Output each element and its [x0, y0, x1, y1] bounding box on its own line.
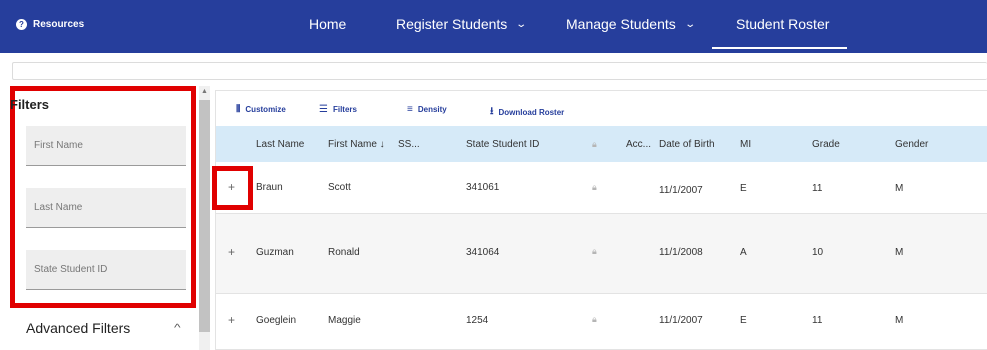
download-roster-label: Download Roster — [498, 108, 565, 117]
chevron-down-icon: ⌄ — [515, 18, 528, 30]
sub-header-bar — [12, 62, 987, 80]
cell-state-student-id: 1254 — [466, 315, 489, 326]
lock-icon: 🔒︎ — [592, 182, 597, 192]
first-name-field[interactable]: First Name — [26, 126, 186, 166]
nav-manage-students-label: Manage Students — [566, 16, 676, 32]
advanced-filters-label: Advanced Filters — [26, 320, 131, 336]
cell-grade: 11 — [812, 183, 823, 194]
cell-date-of-birth: 11/1/2008 — [659, 247, 703, 258]
nav-manage-students[interactable]: Manage Students ⌄ — [566, 16, 696, 32]
nav-register-students-label: Register Students — [396, 16, 508, 32]
cell-last-name: Goeglein — [256, 315, 297, 326]
column-header-date-of-birth[interactable]: Date of Birth — [659, 139, 715, 150]
density-button[interactable]: ≡ Density — [407, 104, 447, 115]
cell-gender: M — [895, 247, 904, 258]
expand-row-icon[interactable]: + — [228, 313, 235, 327]
resources-label: Resources — [33, 19, 85, 30]
nav-home-label: Home — [309, 16, 347, 32]
cell-mi: A — [740, 247, 747, 258]
cell-last-name: Guzman — [256, 247, 294, 258]
resources-link[interactable]: ? Resources — [16, 19, 84, 30]
nav-student-roster-label: Student Roster — [736, 16, 830, 32]
cell-mi: E — [740, 183, 747, 194]
cell-gender: M — [895, 183, 904, 194]
nav-student-roster[interactable]: Student Roster — [736, 16, 829, 32]
last-name-field[interactable]: Last Name — [26, 188, 186, 228]
filters-button-label: Filters — [332, 105, 357, 114]
expand-row-icon[interactable]: + — [228, 245, 235, 259]
download-icon: ⭳ — [490, 106, 494, 117]
state-student-id-field[interactable]: State Student ID — [26, 250, 186, 290]
lock-icon: 🔒︎ — [592, 314, 597, 324]
density-label: Density — [417, 105, 447, 114]
cell-state-student-id: 341061 — [466, 182, 500, 193]
top-navigation: ? Resources Home Register Students ⌄ Man… — [0, 0, 987, 53]
expand-button-highlight-box — [212, 166, 253, 210]
cell-date-of-birth: 11/1/2007 — [659, 315, 703, 326]
filter-icon: ☰ — [319, 104, 328, 115]
active-tab-indicator — [712, 47, 847, 49]
chevron-down-icon: ⌄ — [684, 18, 696, 30]
cell-grade: 11 — [812, 315, 823, 326]
cell-grade: 10 — [812, 247, 824, 258]
density-icon: ≡ — [407, 104, 413, 115]
help-icon: ? — [16, 19, 27, 30]
filters-scroll-thumb[interactable] — [199, 100, 210, 332]
lock-icon: 🔒︎ — [592, 246, 597, 256]
column-header-ssn[interactable]: SS... — [398, 139, 420, 150]
column-header-first-name[interactable]: First Name ↓ — [328, 139, 385, 150]
cell-last-name: Braun — [256, 182, 283, 193]
column-header-last-name[interactable]: Last Name — [256, 139, 304, 150]
column-header-grade[interactable]: Grade — [812, 139, 840, 150]
filters-button[interactable]: ☰ Filters — [319, 104, 357, 115]
scroll-up-arrow-icon[interactable]: ▲ — [201, 88, 208, 95]
columns-icon: ⦀ — [236, 104, 241, 115]
nav-register-students[interactable]: Register Students ⌄ — [396, 16, 528, 32]
cell-first-name: Ronald — [328, 247, 360, 258]
cell-first-name: Scott — [328, 182, 351, 193]
advanced-filters-toggle[interactable]: Advanced Filters ^ — [26, 320, 186, 336]
cell-gender: M — [895, 315, 904, 326]
customize-label: Customize — [245, 105, 286, 114]
cell-state-student-id: 341064 — [466, 247, 500, 258]
cell-date-of-birth: 11/1/2007 — [659, 185, 703, 196]
customize-button[interactable]: ⦀ Customize — [236, 104, 286, 115]
column-header-state-student-id[interactable]: State Student ID — [466, 139, 539, 150]
cell-first-name: Maggie — [328, 315, 361, 326]
column-header-gender[interactable]: Gender — [895, 139, 928, 150]
chevron-up-icon: ^ — [174, 322, 181, 334]
lock-icon: 🔒︎ — [592, 139, 597, 149]
nav-home[interactable]: Home — [309, 16, 346, 32]
download-roster-button[interactable]: ⭳ Download Roster — [490, 104, 564, 121]
column-header-mi[interactable]: MI — [740, 139, 751, 150]
cell-mi: E — [740, 315, 747, 326]
filters-title: Filters — [10, 97, 50, 112]
column-header-accommodations[interactable]: Acc... — [626, 139, 651, 150]
